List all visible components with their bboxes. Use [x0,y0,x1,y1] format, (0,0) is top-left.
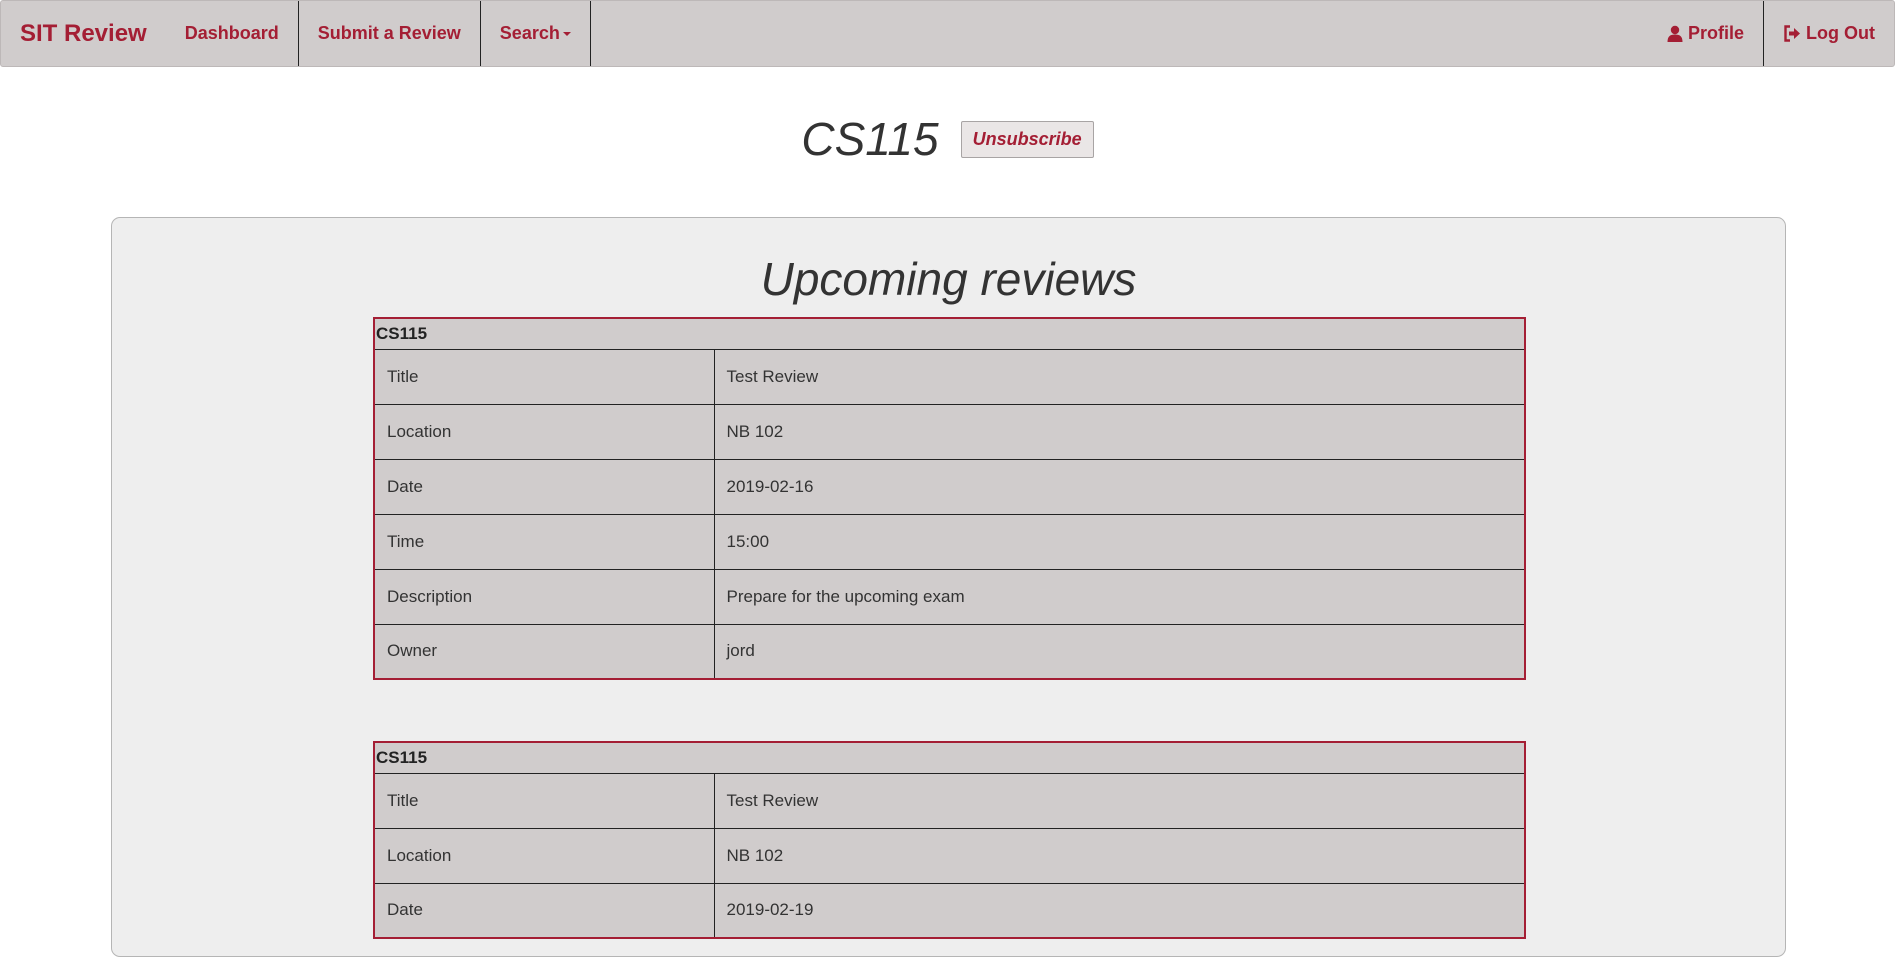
row-value: jord [714,623,1525,679]
nav-submit-review[interactable]: Submit a Review [297,1,480,66]
brand-link[interactable]: SIT Review [1,1,166,66]
caret-down-icon [562,31,571,36]
row-label: Description [374,568,715,624]
panel-heading: Upcoming reviews [760,253,1137,305]
table-row: Location NB 102 [374,403,1525,459]
upcoming-reviews-panel: Upcoming reviews CS115 Title Test Review… [111,217,1786,957]
nav-right-group: Profile Log Out [1648,1,1894,66]
row-label: Date [374,882,715,938]
review-card: CS115 Title Test Review Location NB 102 … [373,741,1526,939]
review-card: CS115 Title Test Review Location NB 102 … [373,317,1526,680]
row-label: Date [374,458,715,514]
row-value: 2019-02-19 [714,882,1525,938]
row-value: NB 102 [714,827,1525,883]
nav-profile[interactable]: Profile [1648,1,1763,66]
row-label: Location [374,403,715,459]
row-label: Location [374,827,715,883]
table-row: Title Test Review [374,772,1525,828]
row-label: Time [374,513,715,569]
course-header: CS115 Unsubscribe [0,112,1895,166]
user-icon [1667,25,1683,42]
top-navbar: SIT Review Dashboard Submit a Review Sea… [0,0,1895,67]
row-label: Owner [374,623,715,679]
review-course-code: CS115 [374,318,1525,350]
log-out-icon [1784,25,1801,42]
course-title: CS115 [801,113,939,165]
row-value: NB 102 [714,403,1525,459]
review-header-row: CS115 [374,318,1525,350]
table-row: Description Prepare for the upcoming exa… [374,568,1525,624]
row-value: 2019-02-16 [714,458,1525,514]
row-value: Test Review [714,772,1525,828]
row-value: 15:00 [714,513,1525,569]
review-course-code: CS115 [374,742,1525,774]
row-value: Test Review [714,348,1525,404]
row-value: Prepare for the upcoming exam [714,568,1525,624]
nav-search-dropdown[interactable]: Search [479,1,591,66]
nav-dashboard[interactable]: Dashboard [166,1,298,66]
table-row: Title Test Review [374,348,1525,404]
table-row: Time 15:00 [374,513,1525,569]
nav-logout[interactable]: Log Out [1763,1,1894,66]
nav-logout-label: Log Out [1806,23,1875,43]
table-row: Owner jord [374,623,1525,679]
review-header-row: CS115 [374,742,1525,774]
table-row: Location NB 102 [374,827,1525,883]
nav-left-group: Dashboard Submit a Review Search [166,1,591,66]
nav-search-label: Search [499,23,560,43]
nav-profile-label: Profile [1688,23,1745,43]
row-label: Title [374,772,715,828]
row-label: Title [374,348,715,404]
table-row: Date 2019-02-19 [374,882,1525,938]
unsubscribe-button[interactable]: Unsubscribe [960,120,1094,158]
table-row: Date 2019-02-16 [374,458,1525,514]
